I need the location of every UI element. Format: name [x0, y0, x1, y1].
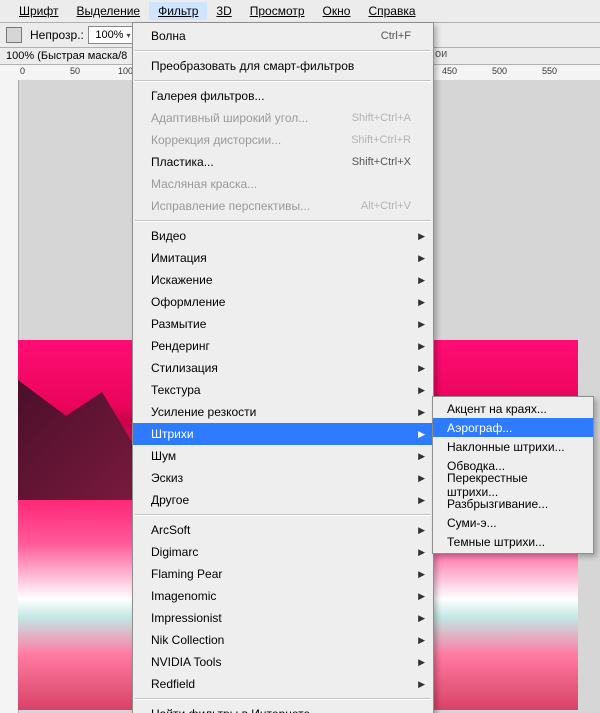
chevron-down-icon: ▾	[126, 31, 130, 40]
opacity-label: Непрозр.:	[30, 28, 84, 42]
cat-noise[interactable]: Шум▶	[133, 445, 433, 467]
menu-font[interactable]: Шрифт	[10, 2, 67, 20]
cat-stylize[interactable]: Стилизация▶	[133, 357, 433, 379]
cat-video[interactable]: Видео▶	[133, 225, 433, 247]
filter-oilpaint: Масляная краска...	[133, 173, 433, 195]
vertical-ruler	[0, 80, 19, 713]
cat-pixelate[interactable]: Оформление▶	[133, 291, 433, 313]
arrow-right-icon: ▶	[418, 495, 425, 506]
opacity-input[interactable]: 100%▾	[88, 26, 138, 44]
separator	[135, 80, 431, 82]
strokes-submenu: Акцент на краях... Аэрограф... Наклонные…	[432, 396, 594, 554]
separator	[135, 514, 431, 516]
arrow-right-icon: ▶	[418, 473, 425, 484]
strokes-accent-edges[interactable]: Акцент на краях...	[433, 399, 593, 418]
cat-strokes[interactable]: Штрихи▶	[133, 423, 433, 445]
cat-render[interactable]: Рендеринг▶	[133, 335, 433, 357]
filter-liquify[interactable]: Пластика...Shift+Ctrl+X	[133, 151, 433, 173]
strokes-airbrush[interactable]: Аэрограф...	[433, 418, 593, 437]
cat-sketch[interactable]: Эскиз▶	[133, 467, 433, 489]
cat-sharpen[interactable]: Усиление резкости▶	[133, 401, 433, 423]
arrow-right-icon: ▶	[418, 591, 425, 602]
menu-3d[interactable]: 3D	[207, 2, 240, 20]
plugin-nik[interactable]: Nik Collection▶	[133, 629, 433, 651]
arrow-right-icon: ▶	[418, 451, 425, 462]
arrow-right-icon: ▶	[418, 231, 425, 242]
arrow-right-icon: ▶	[418, 385, 425, 396]
separator	[135, 698, 431, 700]
menu-filter[interactable]: Фильтр	[149, 2, 207, 20]
filter-menu: ВолнаCtrl+F Преобразовать для смарт-филь…	[132, 22, 434, 713]
menu-help[interactable]: Справка	[359, 2, 424, 20]
arrow-right-icon: ▶	[418, 319, 425, 330]
separator	[135, 50, 431, 52]
arrow-right-icon: ▶	[418, 569, 425, 580]
filter-smart[interactable]: Преобразовать для смарт-фильтров	[133, 55, 433, 77]
cat-artistic[interactable]: Имитация▶	[133, 247, 433, 269]
plugin-imagenomic[interactable]: Imagenomic▶	[133, 585, 433, 607]
filter-browse-online[interactable]: Найти фильтры в Интернете...	[133, 703, 433, 713]
swatch[interactable]	[6, 27, 22, 43]
arrow-right-icon: ▶	[418, 363, 425, 374]
plugin-arcsoft[interactable]: ArcSoft▶	[133, 519, 433, 541]
image-content	[18, 380, 138, 500]
arrow-right-icon: ▶	[418, 525, 425, 536]
arrow-right-icon: ▶	[418, 341, 425, 352]
filter-last[interactable]: ВолнаCtrl+F	[133, 25, 433, 47]
filter-wideangle: Адаптивный широкий угол...Shift+Ctrl+A	[133, 107, 433, 129]
arrow-right-icon: ▶	[418, 635, 425, 646]
menu-select[interactable]: Выделение	[67, 2, 149, 20]
strokes-angled[interactable]: Наклонные штрихи...	[433, 437, 593, 456]
strokes-dark[interactable]: Темные штрихи...	[433, 532, 593, 551]
arrow-right-icon: ▶	[418, 429, 425, 440]
arrow-right-icon: ▶	[418, 275, 425, 286]
strokes-sumie[interactable]: Суми-э...	[433, 513, 593, 532]
plugin-nvidia[interactable]: NVIDIA Tools▶	[133, 651, 433, 673]
menu-window[interactable]: Окно	[314, 2, 360, 20]
separator	[135, 220, 431, 222]
arrow-right-icon: ▶	[418, 253, 425, 264]
arrow-right-icon: ▶	[418, 547, 425, 558]
plugin-digimarc[interactable]: Digimarc▶	[133, 541, 433, 563]
arrow-right-icon: ▶	[418, 613, 425, 624]
filter-gallery[interactable]: Галерея фильтров...	[133, 85, 433, 107]
cat-distort[interactable]: Искажение▶	[133, 269, 433, 291]
plugin-impressionist[interactable]: Impressionist▶	[133, 607, 433, 629]
filter-vanishing: Исправление перспективы...Alt+Ctrl+V	[133, 195, 433, 217]
cat-other[interactable]: Другое▶	[133, 489, 433, 511]
arrow-right-icon: ▶	[418, 297, 425, 308]
strokes-crosshatch[interactable]: Перекрестные штрихи...	[433, 475, 593, 494]
truncated-text: ои	[435, 48, 447, 60]
arrow-right-icon: ▶	[418, 657, 425, 668]
plugin-redfield[interactable]: Redfield▶	[133, 673, 433, 695]
cat-blur[interactable]: Размытие▶	[133, 313, 433, 335]
menu-view[interactable]: Просмотр	[241, 2, 314, 20]
filter-lenscorrect: Коррекция дисторсии...Shift+Ctrl+R	[133, 129, 433, 151]
cat-texture[interactable]: Текстура▶	[133, 379, 433, 401]
arrow-right-icon: ▶	[418, 679, 425, 690]
plugin-flamingpear[interactable]: Flaming Pear▶	[133, 563, 433, 585]
menubar: Шрифт Выделение Фильтр 3D Просмотр Окно …	[0, 0, 600, 23]
arrow-right-icon: ▶	[418, 407, 425, 418]
